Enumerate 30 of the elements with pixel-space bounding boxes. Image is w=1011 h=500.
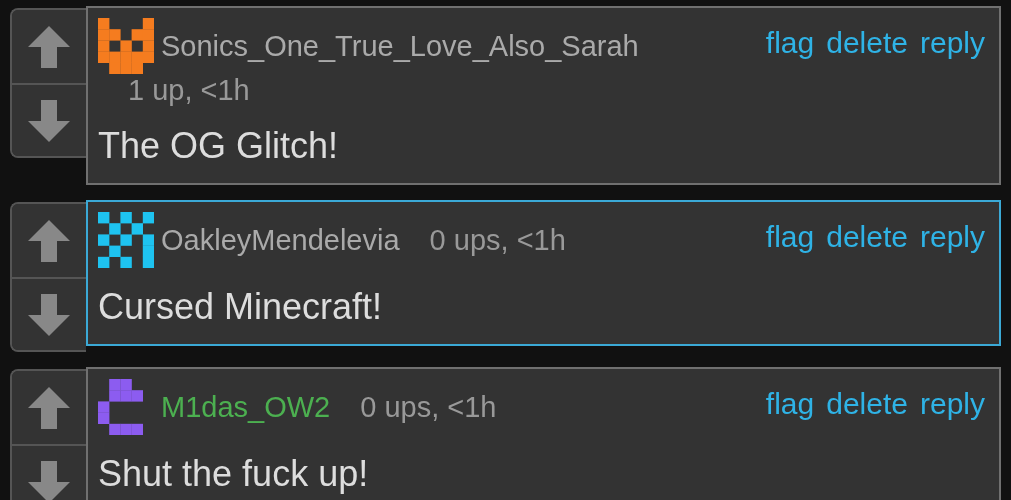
action-link[interactable]: flag — [765, 26, 815, 60]
action-link[interactable]: flag — [765, 387, 815, 421]
action-link[interactable]: reply — [919, 387, 985, 421]
upvote-button[interactable] — [12, 371, 86, 444]
action-link[interactable]: delete — [826, 387, 908, 421]
username-link[interactable]: Sonics_One_True_Love_Also_Sarah — [161, 29, 639, 63]
comment-text: Cursed Minecraft! — [98, 286, 384, 328]
comment-meta: 0 ups, <1h — [429, 223, 566, 257]
downvote-button[interactable] — [12, 83, 86, 156]
up-arrow-icon — [26, 217, 72, 264]
upvote-button[interactable] — [12, 204, 86, 277]
comment-text: The OG Glitch! — [98, 125, 340, 167]
comment-meta: 1 up, <1h — [128, 74, 250, 107]
downvote-button[interactable] — [12, 444, 86, 500]
up-arrow-icon — [26, 384, 72, 431]
comment-meta: 0 ups, <1h — [360, 390, 497, 424]
upvote-button[interactable] — [12, 10, 86, 83]
down-arrow-icon — [26, 291, 72, 338]
action-link[interactable]: reply — [919, 220, 985, 254]
downvote-button[interactable] — [12, 277, 86, 350]
action-link[interactable]: delete — [826, 26, 908, 60]
comment-text: Shut the fuck up! — [98, 453, 370, 495]
down-arrow-icon — [26, 97, 72, 144]
up-arrow-icon — [26, 23, 72, 70]
down-arrow-icon — [26, 458, 72, 500]
username-link[interactable]: OakleyMendelevia — [161, 223, 400, 257]
action-link[interactable]: reply — [919, 26, 985, 60]
username-link[interactable]: M1das_OW2 — [161, 390, 331, 424]
action-link[interactable]: flag — [765, 220, 815, 254]
action-link[interactable]: delete — [826, 220, 908, 254]
